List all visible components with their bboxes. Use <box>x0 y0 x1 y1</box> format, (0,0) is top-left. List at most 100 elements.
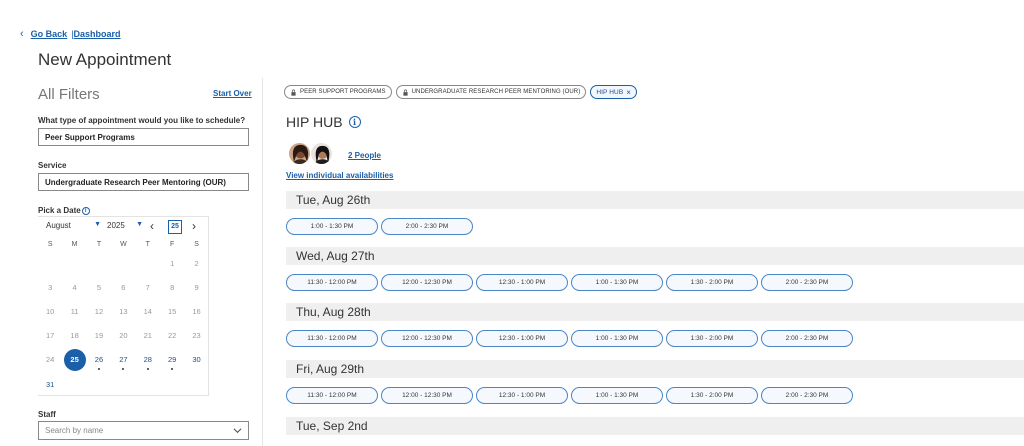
calendar-day: 8 <box>160 275 184 299</box>
view-availabilities-link[interactable]: View individual availabilities <box>286 171 393 180</box>
calendar-header: August ▼ 2025 ▼ <box>46 221 143 230</box>
appointment-type-field[interactable]: Peer Support Programs <box>38 128 249 146</box>
time-slot-row: 11:30 - 12:00 PM 12:00 - 12:30 PM 12:30 - … <box>286 274 1024 291</box>
calendar-day: 1 <box>160 251 184 275</box>
calendar-day: 3 <box>38 275 62 299</box>
calendar-day-number: 17 <box>46 331 55 341</box>
month-value: August <box>46 221 71 230</box>
time-slot-button[interactable]: 12:30 - 1:00 PM <box>476 330 568 347</box>
time-slot-button[interactable]: 2:00 - 2:30 PM <box>381 218 473 235</box>
time-slot-button[interactable]: 12:00 - 12:30 PM <box>381 274 473 291</box>
avatar <box>310 142 333 165</box>
date-picker: August ▼ 2025 ▼ ‹ 25 › SMTWTFS1234567891… <box>38 216 209 396</box>
next-month-icon[interactable]: › <box>192 219 196 233</box>
calendar-day-number: 19 <box>94 331 104 341</box>
day-header: Fri, Aug 29th <box>286 360 1024 378</box>
time-slot-button[interactable]: 1:00 - 1:30 PM <box>571 274 663 291</box>
calendar-day: 2 <box>184 251 208 275</box>
pick-date-label: Pick a Date i <box>38 206 90 215</box>
calendar-day[interactable]: 26 <box>87 348 111 372</box>
calendar-day[interactable]: 27 <box>111 348 135 372</box>
time-slot-button[interactable]: 12:00 - 12:30 PM <box>381 387 473 404</box>
calendar-day[interactable]: 29 <box>160 348 184 372</box>
calendar-day-number: 18 <box>70 331 79 341</box>
filter-chip[interactable]: Peer Support Programs <box>284 85 392 99</box>
weekday-header: F <box>170 241 175 248</box>
weekday-header: M <box>71 241 78 248</box>
calendar-day-number: 12 <box>94 306 104 316</box>
calendar-day-selected[interactable]: 25 <box>62 348 86 372</box>
time-slot-button[interactable]: 2:00 - 2:30 PM <box>761 274 853 291</box>
info-icon[interactable]: i <box>348 116 361 128</box>
weekday-header: T <box>145 241 150 248</box>
group-title: HIP HUB i <box>286 114 361 130</box>
prev-month-icon[interactable]: ‹ <box>150 219 154 233</box>
filters-title: All Filters <box>38 86 100 103</box>
calendar-day: 12 <box>87 299 111 323</box>
calendar-day: 4 <box>62 275 86 299</box>
time-slot-button[interactable]: 1:30 - 2:00 PM <box>666 330 758 347</box>
time-slot-button[interactable]: 11:30 - 12:00 PM <box>286 330 378 347</box>
staff-placeholder: Search by name <box>45 426 104 435</box>
calendar-day-number: 22 <box>167 331 177 341</box>
time-slot-button[interactable]: 2:00 - 2:30 PM <box>761 330 853 347</box>
staff-search-input[interactable]: Search by name <box>38 421 249 440</box>
time-slot-button[interactable]: 12:00 - 12:30 PM <box>381 330 473 347</box>
calendar-day-number: 15 <box>167 306 177 316</box>
month-select[interactable]: August ▼ <box>46 221 101 230</box>
calendar-day-number: 13 <box>119 306 128 316</box>
time-slot-button[interactable]: 1:30 - 2:00 PM <box>666 387 758 404</box>
go-back-link[interactable]: Go Back <box>31 29 68 39</box>
time-slot-row: 1:00 - 1:30 PM 2:00 - 2:30 PM <box>286 218 1024 235</box>
calendar-day-number: 14 <box>143 306 152 316</box>
calendar-day-number: 1 <box>170 258 175 268</box>
time-slot-button[interactable]: 1:00 - 1:30 PM <box>571 330 663 347</box>
time-slot-button[interactable]: 1:00 - 1:30 PM <box>571 387 663 404</box>
day-header: Tue, Sep 2nd <box>286 417 1024 435</box>
group-title-text: HIP HUB <box>286 114 343 130</box>
time-slot-button[interactable]: 11:30 - 12:00 PM <box>286 274 378 291</box>
calendar-day-number: 25 <box>63 348 86 371</box>
day-section: Tue, Aug 26th 1:00 - 1:30 PM 2:00 - 2:30 P… <box>286 191 1024 235</box>
breadcrumb: ‹ Go Back | Dashboard <box>20 28 121 40</box>
calendar-day-number: 4 <box>72 282 77 292</box>
time-slot-button[interactable]: 12:30 - 1:00 PM <box>476 387 568 404</box>
calendar-blank-cell <box>136 251 160 275</box>
filter-chip-label: Undergraduate Research Peer Mentoring (O… <box>411 89 581 95</box>
calendar-day-number: 23 <box>192 331 201 341</box>
filter-chips: Peer Support Programs Undergraduate Resea… <box>284 85 638 99</box>
time-slot-row: 11:30 - 12:00 PM 12:00 - 12:30 PM 12:30 - … <box>286 387 1024 404</box>
close-icon[interactable]: × <box>626 88 631 97</box>
chevron-down-icon: ▼ <box>94 221 101 228</box>
start-over-link[interactable]: Start Over <box>213 89 252 98</box>
time-slot-button[interactable]: 12:30 - 1:00 PM <box>476 274 568 291</box>
calendar-day[interactable]: 28 <box>136 348 160 372</box>
chevron-down-icon <box>233 428 242 434</box>
calendar-day[interactable]: 30 <box>184 348 208 372</box>
calendar-day-number: 6 <box>121 282 126 292</box>
info-icon[interactable]: i <box>81 206 90 215</box>
weekday-header: S <box>194 241 199 248</box>
time-slot-button[interactable]: 1:30 - 2:00 PM <box>666 274 758 291</box>
service-field[interactable]: Undergraduate Research Peer Mentoring (O… <box>38 173 249 191</box>
calendar-day: 21 <box>136 324 160 348</box>
time-slot-button[interactable]: 1:00 - 1:30 PM <box>286 218 378 235</box>
year-select[interactable]: 2025 ▼ <box>107 221 143 230</box>
filter-chip-label: HIP HUB <box>596 88 624 96</box>
calendar-day: 19 <box>87 324 111 348</box>
calendar-day-number: 24 <box>46 355 55 365</box>
time-slot-button[interactable]: 2:00 - 2:30 PM <box>761 387 853 404</box>
calendar-day: 16 <box>184 299 208 323</box>
year-value: 2025 <box>107 221 125 230</box>
calendar-day-number: 29 <box>167 355 177 365</box>
filter-chip[interactable]: Undergraduate Research Peer Mentoring (O… <box>395 85 587 99</box>
people-link[interactable]: 2 People <box>348 151 381 160</box>
dashboard-link[interactable]: Dashboard <box>74 29 121 39</box>
calendar-day: 5 <box>87 275 111 299</box>
chevron-left-icon[interactable]: ‹ <box>20 28 24 40</box>
calendar-day[interactable]: 31 <box>38 372 62 396</box>
today-button[interactable]: 25 <box>168 220 182 234</box>
time-slot-button[interactable]: 11:30 - 12:00 PM <box>286 387 378 404</box>
calendar-day-number: 21 <box>143 331 152 341</box>
filter-chip[interactable]: HIP HUB × <box>590 85 638 99</box>
